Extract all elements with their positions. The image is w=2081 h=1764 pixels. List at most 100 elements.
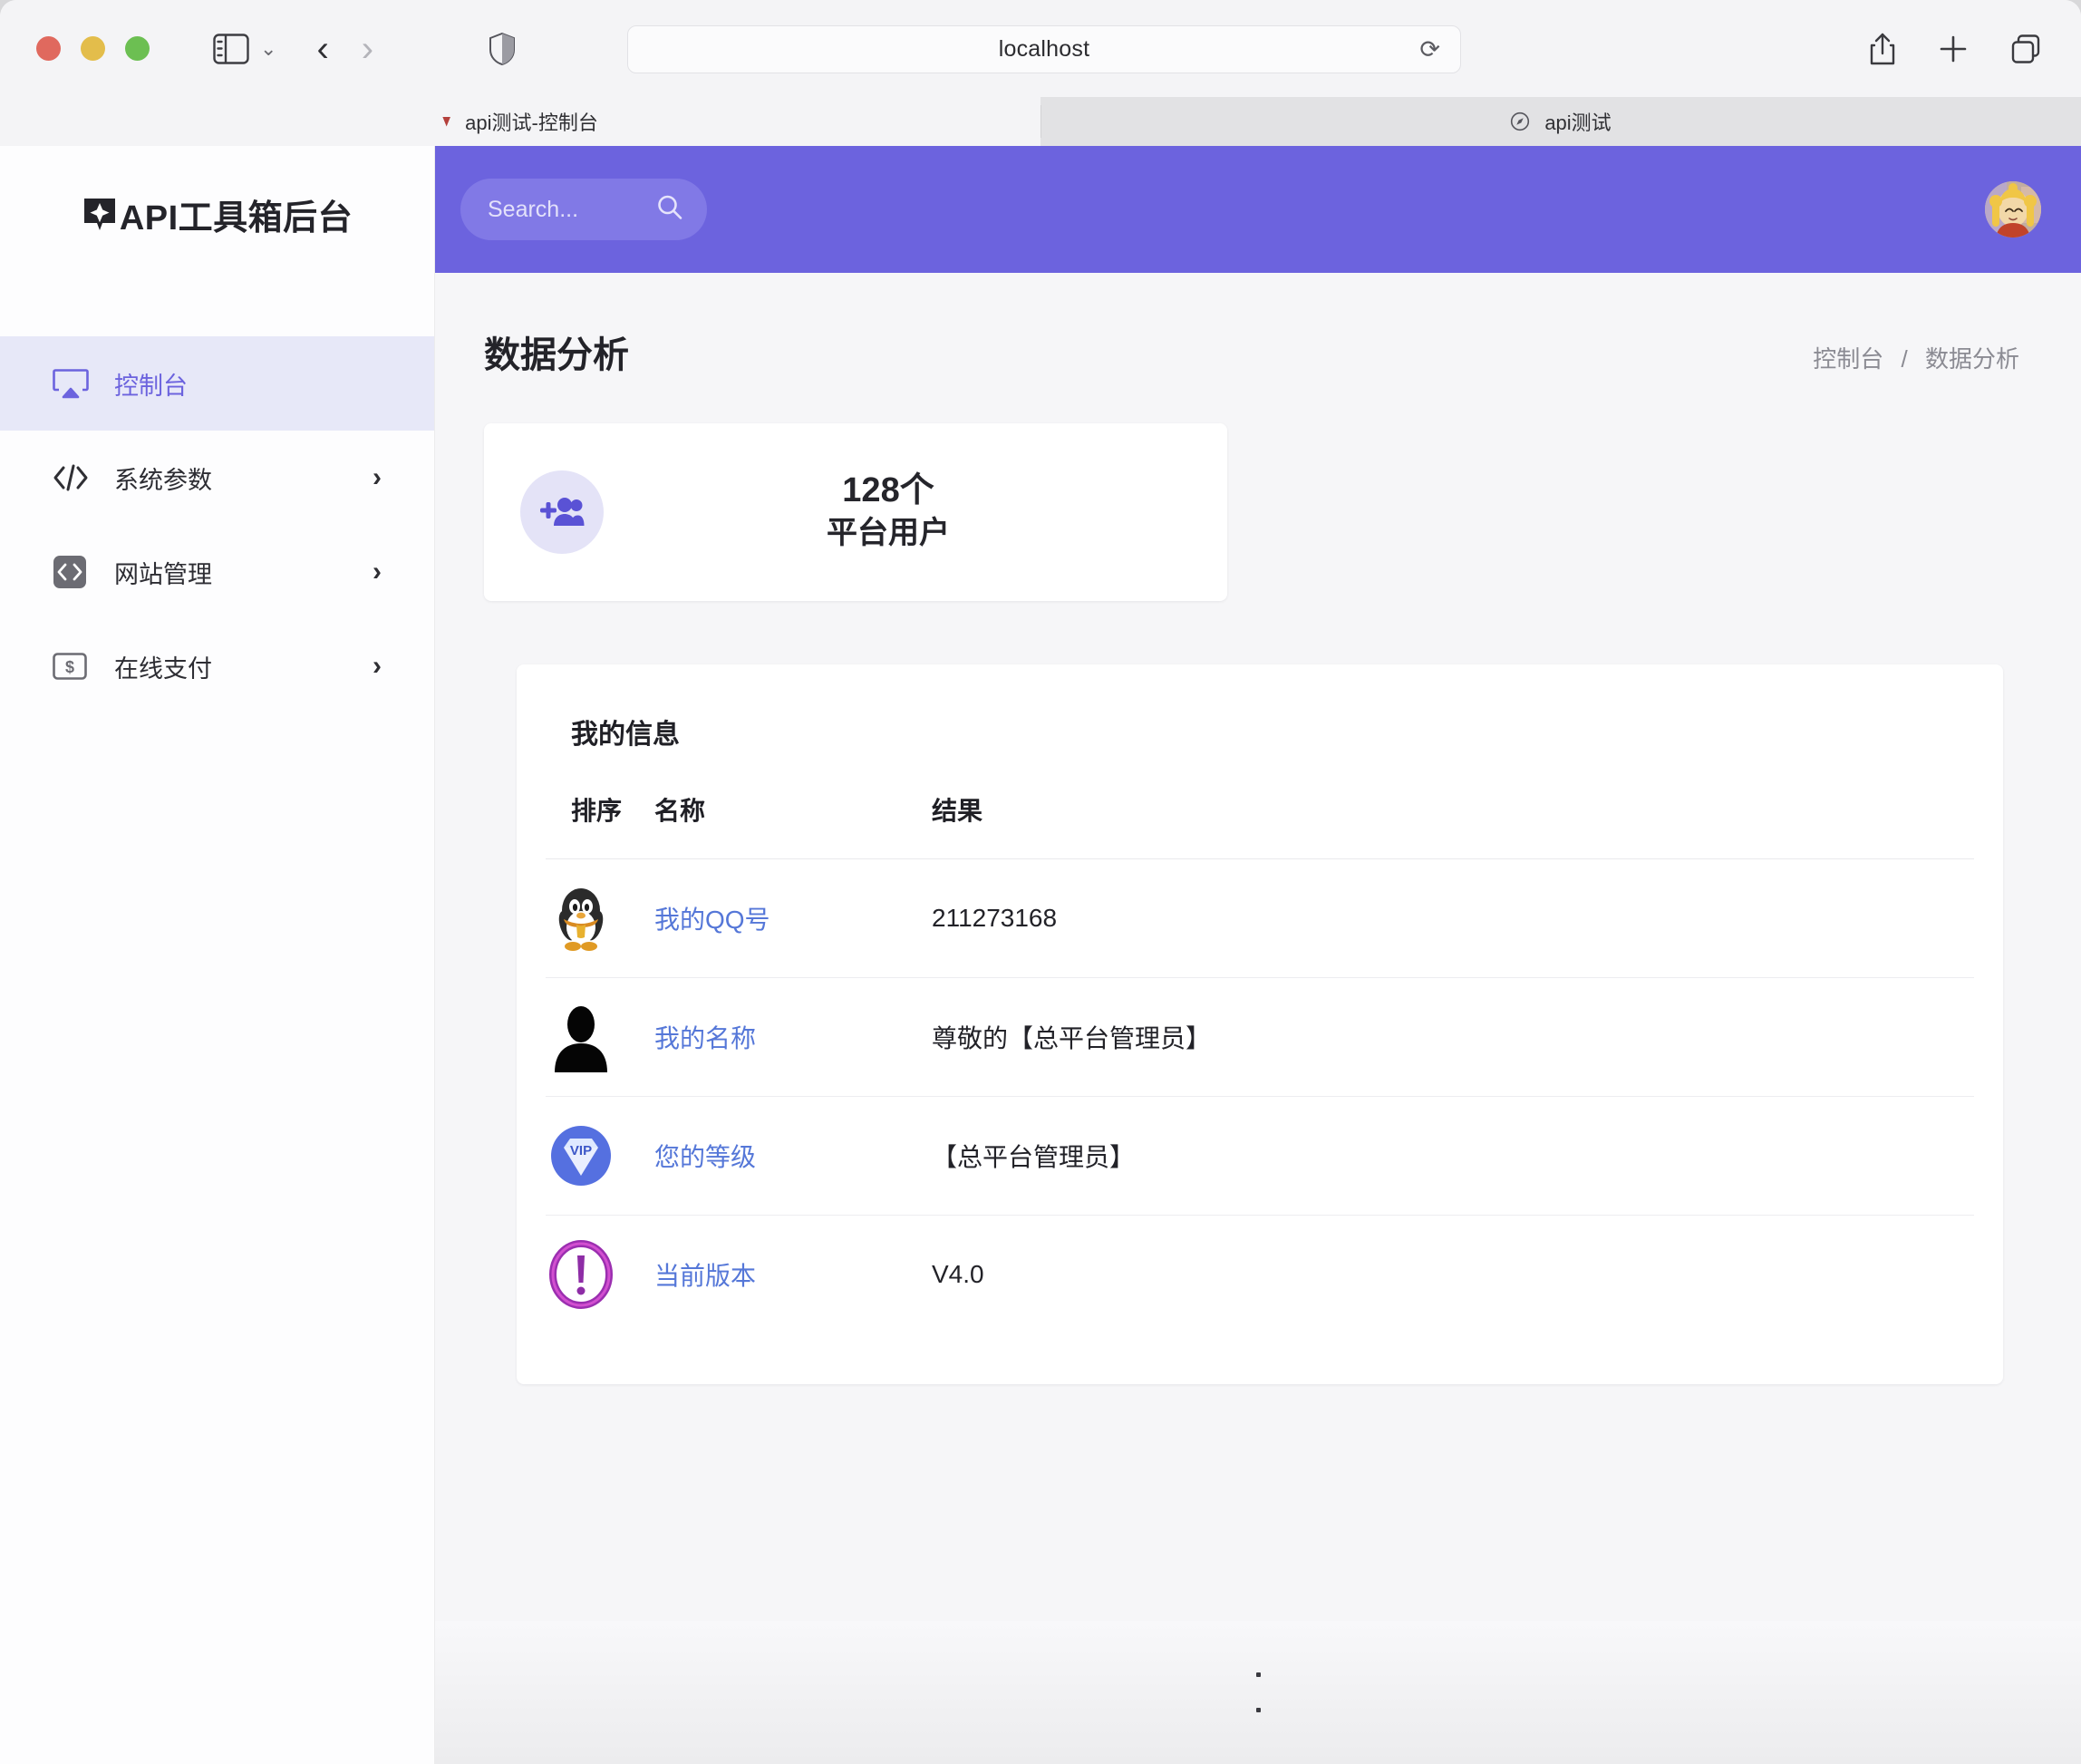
- row-result-text: 尊敬的【总平台管理员】: [932, 1024, 1212, 1052]
- app-sidebar: API工具箱后台 控制台 系统参数 › 网站管理 › $ 在线支付 ›: [0, 146, 435, 1764]
- row-name-link[interactable]: 当前版本: [654, 1262, 756, 1290]
- column-header-result: 结果: [932, 791, 1974, 859]
- table-row: 我的名称 尊敬的【总平台管理员】: [546, 977, 1974, 1097]
- compass-icon: [1511, 111, 1530, 131]
- my-info-table: 排序 名称 结果 我的QQ号 211273168 我的名称 尊敬的【总平台管理员…: [546, 791, 1974, 1333]
- toolbar-right-actions: [1869, 32, 2041, 66]
- qq-penguin-icon: [546, 883, 654, 954]
- sidebar-item-system-params[interactable]: 系统参数 ›: [0, 431, 434, 525]
- window-traffic-lights: [36, 36, 150, 61]
- search-placeholder: Search...: [488, 196, 579, 222]
- browser-tab-2[interactable]: api测试: [1040, 97, 2081, 146]
- app-topbar: Search...: [435, 146, 2081, 273]
- footer-dot-2: [1255, 1708, 1261, 1712]
- chevron-down-icon[interactable]: ⌄: [260, 37, 276, 61]
- row-result-text: 211273168: [932, 904, 1058, 932]
- browser-window: ⌄ ‹ › localhost ⟳ api测试-控制台 api测试 API工具箱…: [0, 0, 2081, 1764]
- my-info-card-title: 我的信息: [571, 720, 680, 750]
- row-result-cell: 尊敬的【总平台管理员】: [932, 977, 1974, 1097]
- sidebar-item-site-management-label: 网站管理: [114, 560, 212, 588]
- browser-toolbar: ⌄ ‹ › localhost ⟳: [0, 0, 2081, 97]
- sidebar-item-online-payment[interactable]: $ 在线支付 ›: [0, 619, 434, 713]
- row-icon-cell: VIP: [546, 1096, 654, 1216]
- plus-icon[interactable]: [1938, 34, 1969, 64]
- row-result-text: 【总平台管理员】: [932, 1143, 1136, 1171]
- table-row: 我的QQ号 211273168: [546, 858, 1974, 978]
- row-icon-cell: [546, 858, 654, 978]
- url-bar[interactable]: localhost ⟳: [627, 25, 1461, 73]
- sidebar-item-online-payment-label: 在线支付: [114, 654, 212, 683]
- platform-users-stat-card: 128个 平台用户: [484, 423, 1227, 601]
- minimize-window-button[interactable]: [81, 36, 105, 61]
- dollar-card-icon: $: [53, 653, 96, 680]
- sidebar-item-site-management[interactable]: 网站管理 ›: [0, 525, 434, 619]
- forward-button[interactable]: ›: [362, 31, 373, 67]
- table-row: 当前版本 V4.0: [546, 1216, 1974, 1334]
- search-icon[interactable]: [656, 194, 683, 226]
- page-scroll-area: 数据分析 控制台 / 数据分析 128个 平台用户 我的信息 排序 名称 结果 …: [435, 273, 2081, 1764]
- browser-tab-1-label: api测试-控制台: [465, 111, 598, 134]
- page-title: 数据分析: [484, 335, 629, 375]
- row-icon-cell: [546, 1216, 654, 1334]
- breadcrumb-parent[interactable]: 控制台: [1813, 345, 1883, 373]
- breadcrumb-current: 数据分析: [1924, 345, 2019, 373]
- row-name-cell: 我的QQ号: [654, 858, 932, 978]
- reload-icon[interactable]: ⟳: [1419, 35, 1440, 63]
- back-button[interactable]: ‹: [316, 31, 328, 67]
- person-silhouette-icon: [546, 1002, 654, 1072]
- column-header-order: 排序: [546, 791, 654, 859]
- row-result-cell: V4.0: [932, 1216, 1974, 1334]
- url-text: localhost: [998, 36, 1090, 62]
- chevron-right-icon: ›: [373, 557, 382, 586]
- tab-overview-icon[interactable]: [2010, 34, 2041, 64]
- close-window-button[interactable]: [36, 36, 61, 61]
- breadcrumb-separator: /: [1901, 345, 1908, 373]
- svg-text:$: $: [65, 658, 74, 676]
- sidebar-item-console[interactable]: 控制台: [0, 336, 434, 431]
- search-input[interactable]: Search...: [460, 179, 707, 240]
- code-square-icon: [53, 555, 96, 589]
- footer-dot-1: [1255, 1672, 1261, 1677]
- row-result-cell: 211273168: [932, 858, 1974, 978]
- navigation-arrows: ‹ ›: [316, 31, 373, 67]
- user-avatar[interactable]: [1985, 181, 2041, 237]
- chevron-right-icon: ›: [373, 462, 382, 492]
- sidebar-item-system-params-label: 系统参数: [114, 466, 212, 494]
- my-info-card: 我的信息 排序 名称 结果 我的QQ号 211273168 我的名称 尊敬的【总…: [517, 664, 2003, 1384]
- code-slash-icon: [53, 463, 96, 492]
- app-logo[interactable]: API工具箱后台: [0, 146, 434, 282]
- share-icon[interactable]: [1869, 32, 1896, 66]
- column-header-name: 名称: [654, 791, 932, 859]
- platform-users-stat-text: 128个 平台用户: [604, 470, 1173, 554]
- browser-tab-2-label: api测试: [1544, 111, 1612, 134]
- sidebar-nav: 控制台 系统参数 › 网站管理 › $ 在线支付 ›: [0, 336, 434, 713]
- browser-tab-bar: api测试-控制台 api测试: [0, 97, 2081, 146]
- row-result-cell: 【总平台管理员】: [932, 1096, 1974, 1216]
- sparkle-badge-icon: [82, 196, 118, 232]
- row-name-link[interactable]: 我的QQ号: [654, 906, 770, 934]
- main-area: Search... 数据分析 控制台 / 数据分析 128个 平台用户 我的信息…: [435, 146, 2081, 1764]
- shield-icon[interactable]: [489, 32, 516, 65]
- row-name-cell: 我的名称: [654, 977, 932, 1097]
- sidebar-toggle-icon[interactable]: [213, 33, 249, 64]
- maximize-window-button[interactable]: [125, 36, 150, 61]
- svg-text:VIP: VIP: [570, 1143, 592, 1158]
- browser-tab-1[interactable]: api测试-控制台: [0, 97, 1040, 146]
- sidebar-item-console-label: 控制台: [114, 372, 188, 400]
- row-name-link[interactable]: 您的等级: [654, 1143, 756, 1171]
- app-logo-text: API工具箱后台: [119, 199, 353, 237]
- vip-diamond-icon: VIP: [546, 1120, 654, 1191]
- table-row: VIP 您的等级 【总平台管理员】: [546, 1096, 1974, 1216]
- breadcrumb: 控制台 / 数据分析: [1813, 341, 2019, 374]
- platform-users-value: 128个: [842, 471, 934, 510]
- chevron-right-icon: ›: [373, 651, 382, 681]
- monitor-airplay-icon: [53, 368, 96, 399]
- row-name-link[interactable]: 我的名称: [654, 1024, 756, 1052]
- row-result-text: V4.0: [932, 1260, 984, 1288]
- exclamation-circle-icon: [546, 1239, 654, 1310]
- tab-favicon-icon: [442, 116, 451, 127]
- table-header-row: 排序 名称 结果: [546, 791, 1974, 859]
- platform-users-label: 平台用户: [827, 515, 950, 550]
- page-header: 数据分析 控制台 / 数据分析: [435, 273, 2081, 378]
- page-footer: [435, 1621, 2081, 1764]
